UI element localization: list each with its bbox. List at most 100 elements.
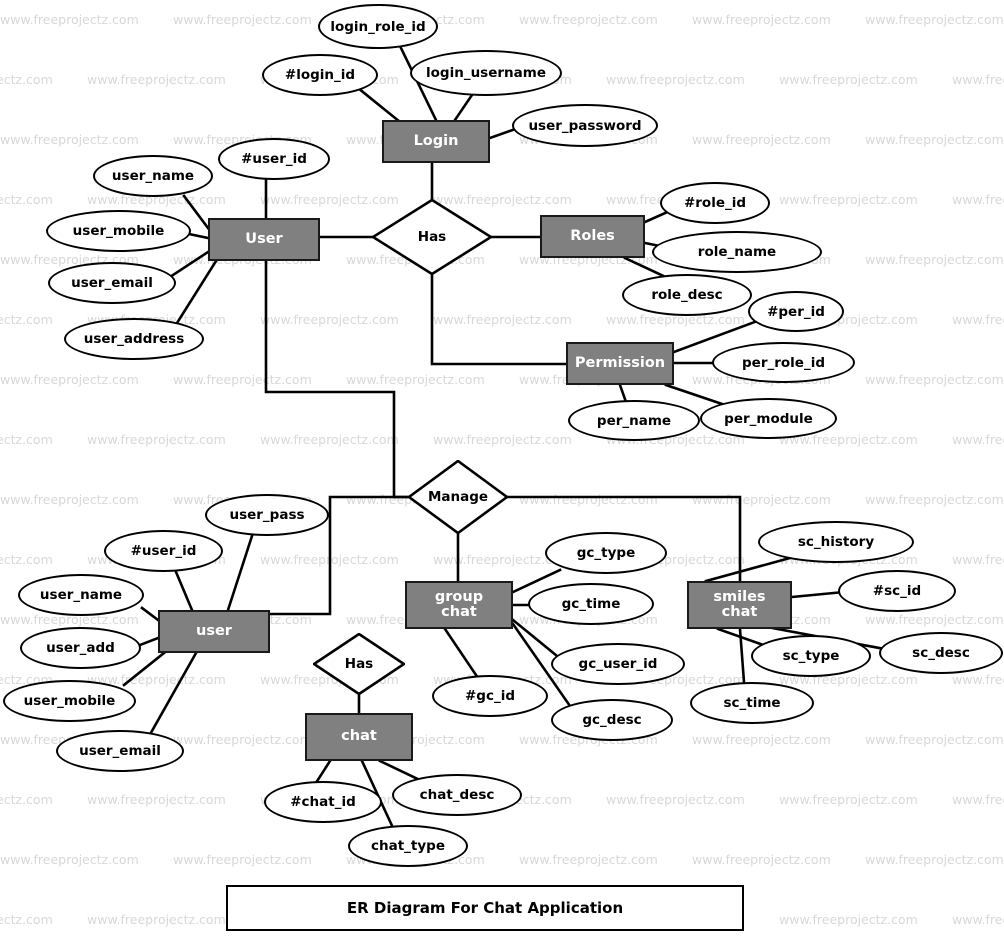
watermark-text: www.freeprojectz.com xyxy=(692,492,831,507)
attribute-sc_id[interactable]: #sc_id xyxy=(838,570,956,612)
attribute-role_desc[interactable]: role_desc xyxy=(622,274,752,316)
watermark-text: www.freeprojectz.com xyxy=(865,372,1004,387)
watermark-text: www.freeprojectz.com xyxy=(173,732,312,747)
attribute-user_mobile_b[interactable]: user_mobile xyxy=(3,680,136,722)
attribute-gc_time[interactable]: gc_time xyxy=(528,583,654,625)
attribute-chat_type[interactable]: chat_type xyxy=(348,825,468,867)
attribute-label: per_role_id xyxy=(742,354,825,371)
attribute-label: #user_id xyxy=(130,543,197,559)
attribute-sc_time[interactable]: sc_time xyxy=(690,682,814,724)
watermark-text: www.freeprojectz.com xyxy=(952,912,1004,927)
watermark-text: www.freeprojectz.com xyxy=(0,312,53,327)
watermark-text: www.freeprojectz.com xyxy=(606,72,745,87)
attribute-role_name[interactable]: role_name xyxy=(652,231,822,273)
watermark-text: www.freeprojectz.com xyxy=(173,372,312,387)
attribute-label: user_password xyxy=(528,117,642,134)
attribute-gc_type[interactable]: gc_type xyxy=(545,532,667,574)
attribute-user_email_t[interactable]: user_email xyxy=(48,262,176,304)
attribute-user_add_b[interactable]: user_add xyxy=(20,627,141,669)
attribute-label: #sc_id xyxy=(872,583,922,599)
watermark-text: www.freeprojectz.com xyxy=(952,312,1004,327)
watermark-text: www.freeprojectz.com xyxy=(433,312,572,327)
attribute-user_id_b[interactable]: #user_id xyxy=(104,530,223,572)
entity-label: Permission xyxy=(574,354,666,371)
edge-user_top-user_mobile xyxy=(187,232,210,240)
entity-roles[interactable]: Roles xyxy=(540,215,645,258)
attribute-login_id[interactable]: #login_id xyxy=(262,54,378,96)
watermark-text: www.freeprojectz.com xyxy=(692,12,831,27)
attribute-label: gc_type xyxy=(576,545,636,561)
watermark-text: www.freeprojectz.com xyxy=(606,792,745,807)
attribute-sc_desc[interactable]: sc_desc xyxy=(879,632,1003,674)
entity-user_bottom[interactable]: user xyxy=(158,610,270,653)
edge-user_top-manage xyxy=(264,259,410,499)
attribute-label: sc_desc xyxy=(912,645,970,661)
attribute-per_name[interactable]: per_name xyxy=(568,400,700,441)
entity-chat[interactable]: chat xyxy=(305,713,413,761)
attribute-login_username[interactable]: login_username xyxy=(410,50,562,96)
attribute-label: #login_id xyxy=(284,67,356,83)
attribute-per_id[interactable]: #per_id xyxy=(748,291,844,332)
attribute-gc_id[interactable]: #gc_id xyxy=(432,675,548,717)
edge-user_bottom-user_email_b xyxy=(146,651,198,740)
entity-group_chat[interactable]: group chat xyxy=(405,581,513,629)
attribute-gc_desc[interactable]: gc_desc xyxy=(551,699,673,741)
attribute-user_mobile_t[interactable]: user_mobile xyxy=(46,210,191,252)
relationship-has_chat[interactable]: Has xyxy=(313,633,405,695)
entity-label: User xyxy=(245,230,283,247)
watermark-text: www.freeprojectz.com xyxy=(0,372,139,387)
watermark-text: www.freeprojectz.com xyxy=(865,132,1004,147)
watermark-text: www.freeprojectz.com xyxy=(173,852,312,867)
entity-label: user xyxy=(196,622,232,639)
watermark-text: www.freeprojectz.com xyxy=(433,432,572,447)
entity-user_top[interactable]: User xyxy=(208,218,320,261)
attribute-label: gc_time xyxy=(561,596,621,612)
entity-permission[interactable]: Permission xyxy=(566,342,674,385)
attribute-per_role_id[interactable]: per_role_id xyxy=(712,342,855,383)
attribute-per_module[interactable]: per_module xyxy=(700,398,837,439)
watermark-text: www.freeprojectz.com xyxy=(0,132,139,147)
edge-smiles_chat-sc_history xyxy=(704,556,792,583)
watermark-text: www.freeprojectz.com xyxy=(260,432,399,447)
watermark-text: www.freeprojectz.com xyxy=(952,552,1004,567)
attribute-gc_user_id[interactable]: gc_user_id xyxy=(551,643,685,685)
attribute-label: user_address xyxy=(83,331,185,347)
attribute-sc_type[interactable]: sc_type xyxy=(751,635,871,677)
attribute-chat_desc[interactable]: chat_desc xyxy=(392,774,522,816)
watermark-text: www.freeprojectz.com xyxy=(692,732,831,747)
watermark-text: www.freeprojectz.com xyxy=(865,492,1004,507)
edge-group_chat-gc_user_id xyxy=(511,618,564,662)
entity-smiles_chat[interactable]: smiles chat xyxy=(687,581,792,629)
attribute-user_pass_b[interactable]: user_pass xyxy=(205,494,329,536)
attribute-label: #chat_id xyxy=(290,794,356,810)
watermark-text: www.freeprojectz.com xyxy=(0,552,53,567)
attribute-user_email_b[interactable]: user_email xyxy=(56,730,184,772)
attribute-label: #user_id xyxy=(241,151,307,167)
watermark-text: www.freeprojectz.com xyxy=(87,792,226,807)
watermark-text: www.freeprojectz.com xyxy=(519,12,658,27)
attribute-user_name_t[interactable]: user_name xyxy=(93,155,213,197)
attribute-login_role_id[interactable]: login_role_id xyxy=(318,4,438,49)
edge-login-login_username xyxy=(453,90,476,122)
relationship-has_login[interactable]: Has xyxy=(372,199,492,275)
attribute-sc_history[interactable]: sc_history xyxy=(758,521,914,563)
relationship-label: Has xyxy=(344,656,374,672)
attribute-user_id_t[interactable]: #user_id xyxy=(218,138,330,180)
attribute-user_address_t[interactable]: user_address xyxy=(64,318,204,360)
attribute-chat_id[interactable]: #chat_id xyxy=(264,781,382,823)
attribute-label: gc_user_id xyxy=(578,656,658,672)
watermark-text: www.freeprojectz.com xyxy=(952,792,1004,807)
entity-label: chat xyxy=(341,728,377,745)
watermark-text: www.freeprojectz.com xyxy=(692,132,831,147)
watermark-text: www.freeprojectz.com xyxy=(0,852,139,867)
attribute-label: user_mobile xyxy=(23,693,116,709)
er-diagram-canvas: www.freeprojectz.com www.freeprojectz.com… xyxy=(0,0,1004,941)
attribute-user_password[interactable]: user_password xyxy=(512,104,658,147)
attribute-label: role_name xyxy=(697,244,777,260)
attribute-label: sc_type xyxy=(782,648,840,664)
attribute-label: user_mobile xyxy=(72,223,165,239)
relationship-manage[interactable]: Manage xyxy=(408,460,508,534)
entity-login[interactable]: Login xyxy=(382,120,490,163)
attribute-user_name_b[interactable]: user_name xyxy=(18,574,144,616)
attribute-role_id[interactable]: #role_id xyxy=(660,182,770,224)
